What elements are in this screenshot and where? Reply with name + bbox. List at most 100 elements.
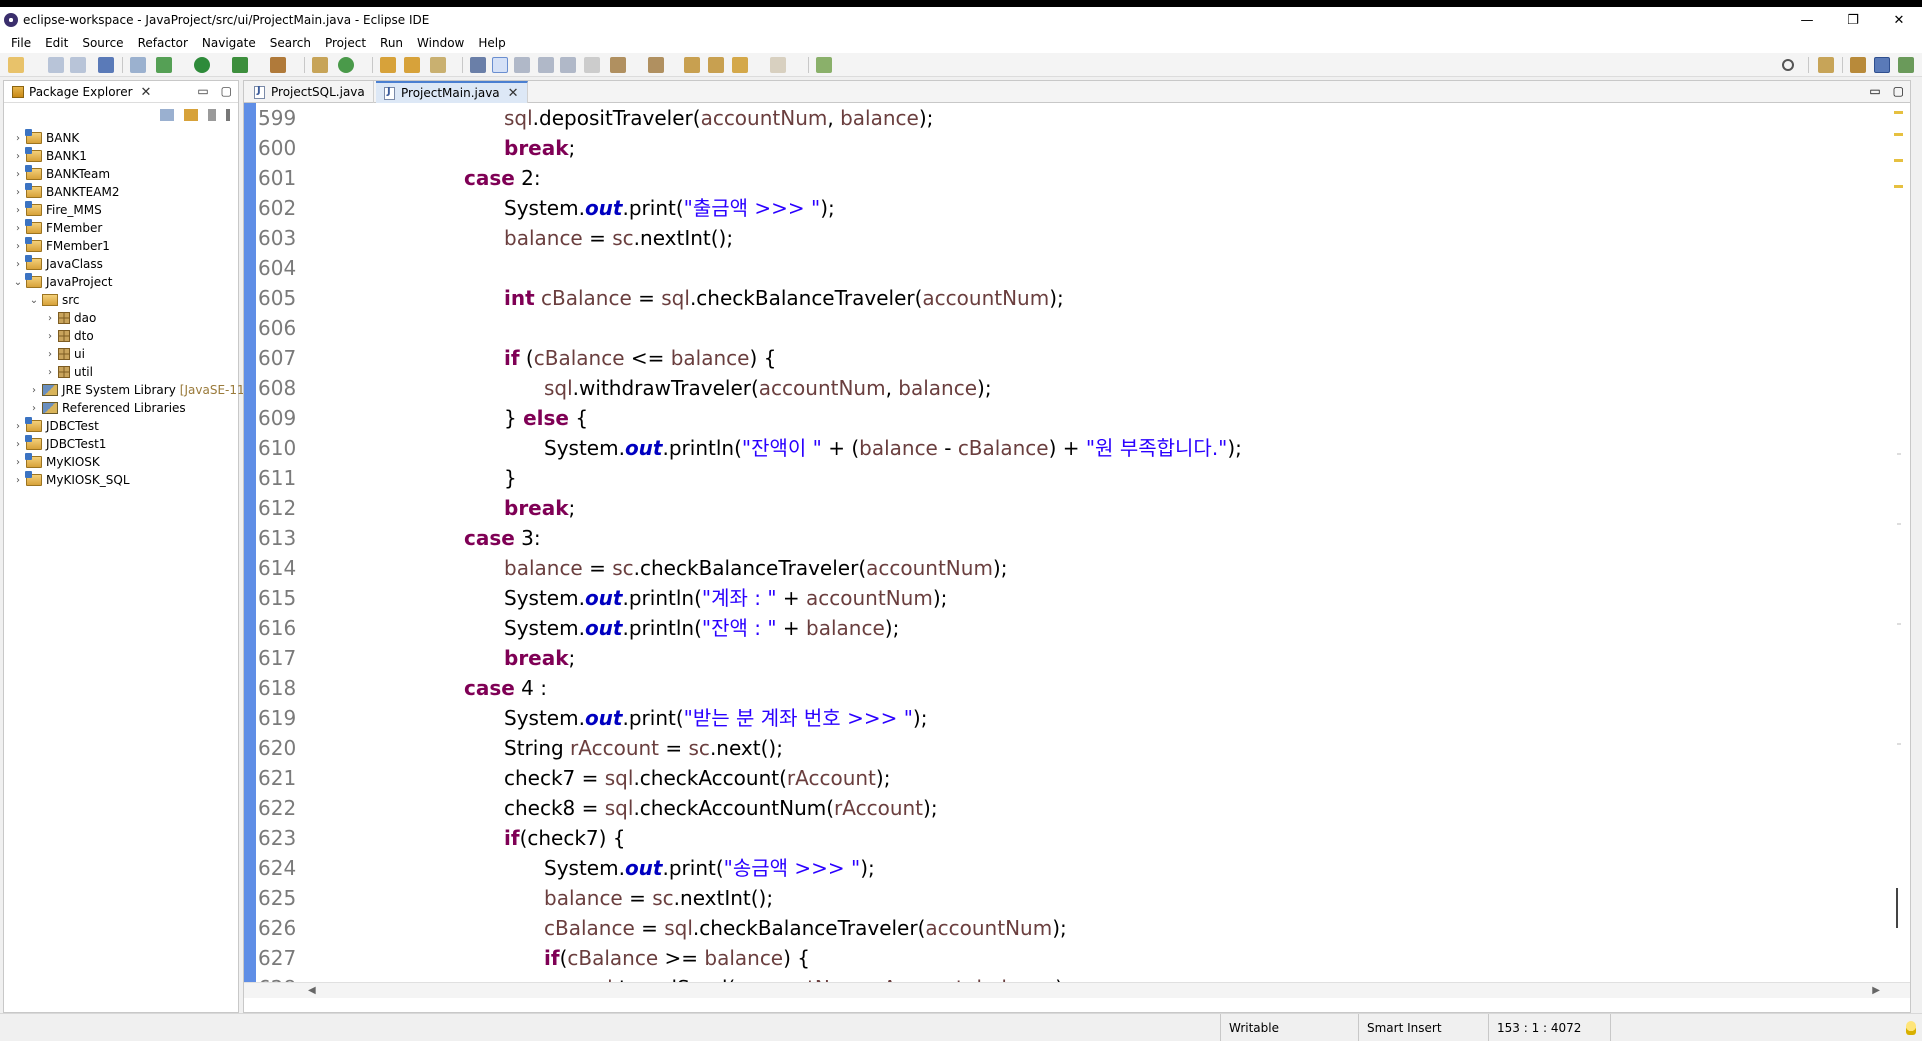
pin-editor-icon[interactable] bbox=[816, 57, 832, 73]
tab-projectmain-java[interactable]: ProjectMain.java ✕ bbox=[376, 81, 528, 103]
java-perspective-icon[interactable] bbox=[1874, 57, 1890, 73]
code-line[interactable]: System.out.println("잔액 : " + balance); bbox=[304, 613, 1882, 643]
tree-item-util[interactable]: › util bbox=[12, 363, 249, 381]
open-perspective-icon[interactable] bbox=[1818, 57, 1834, 73]
minimize-view-icon[interactable]: ▭ bbox=[1869, 84, 1880, 98]
scroll-right-icon[interactable]: ▶ bbox=[1872, 985, 1880, 996]
status-insert-mode[interactable]: Smart Insert bbox=[1358, 1014, 1488, 1041]
forward-arrow-icon[interactable] bbox=[770, 57, 786, 73]
coverage-icon[interactable] bbox=[232, 57, 248, 73]
debug-perspective-icon[interactable] bbox=[1898, 57, 1914, 73]
menu-window[interactable]: Window bbox=[410, 36, 471, 50]
tree-item-jre-library[interactable]: › JRE System Library [JavaSE-11] bbox=[12, 381, 249, 399]
chevron-right-icon[interactable]: › bbox=[44, 367, 56, 378]
menu-refactor[interactable]: Refactor bbox=[131, 36, 195, 50]
save-all-icon[interactable] bbox=[70, 57, 86, 73]
next-annotation-icon[interactable] bbox=[610, 57, 626, 73]
close-window-button[interactable]: ✕ bbox=[1876, 7, 1922, 33]
code-line[interactable]: int cBalance = sql.checkBalanceTraveler(… bbox=[304, 283, 1882, 313]
chevron-right-icon[interactable]: › bbox=[12, 151, 24, 162]
code-line[interactable]: System.out.print("출금액 >>> "); bbox=[304, 193, 1882, 223]
skip-breakpoints-icon[interactable] bbox=[130, 57, 146, 73]
chevron-down-icon[interactable]: ⌄ bbox=[12, 277, 24, 288]
code-line[interactable]: balance = sc.checkBalanceTraveler(accoun… bbox=[304, 553, 1882, 583]
filters-icon[interactable] bbox=[208, 109, 216, 121]
chevron-right-icon[interactable]: › bbox=[44, 331, 56, 342]
tree-item-dto[interactable]: › dto bbox=[12, 327, 249, 345]
scroll-left-icon[interactable]: ◀ bbox=[308, 985, 316, 996]
tree-item-javaclass[interactable]: › JavaClass bbox=[12, 255, 249, 273]
chevron-right-icon[interactable]: › bbox=[12, 457, 24, 468]
chevron-right-icon[interactable]: › bbox=[12, 259, 24, 270]
menu-edit[interactable]: Edit bbox=[38, 36, 75, 50]
link-with-editor-icon[interactable] bbox=[184, 109, 198, 121]
tree-item-fmember[interactable]: › FMember bbox=[12, 219, 249, 237]
java-ee-perspective-icon[interactable] bbox=[1850, 57, 1866, 73]
scroll-position-marker[interactable] bbox=[1896, 888, 1898, 928]
code-line[interactable] bbox=[304, 313, 1882, 343]
block-selection-icon[interactable] bbox=[538, 57, 554, 73]
tree-item-javaproject[interactable]: ⌄ JavaProject bbox=[12, 273, 249, 291]
code-line[interactable]: check8 = sql.checkAccountNum(rAccount); bbox=[304, 793, 1882, 823]
code-line[interactable]: if(check7) { bbox=[304, 823, 1882, 853]
maximize-view-icon[interactable]: ▢ bbox=[1893, 84, 1904, 98]
tree-item-ui[interactable]: › ui bbox=[12, 345, 249, 363]
code-line[interactable] bbox=[304, 253, 1882, 283]
code-line[interactable]: case 4 : bbox=[304, 673, 1882, 703]
chevron-right-icon[interactable]: › bbox=[12, 421, 24, 432]
open-type-icon[interactable] bbox=[380, 57, 396, 73]
minimize-view-icon[interactable]: ▭ bbox=[197, 84, 208, 98]
source-code[interactable]: sql.depositTraveler(accountNum, balance)… bbox=[304, 103, 1882, 998]
chevron-right-icon[interactable]: › bbox=[44, 313, 56, 324]
menu-project[interactable]: Project bbox=[318, 36, 373, 50]
chevron-right-icon[interactable]: › bbox=[12, 475, 24, 486]
tip-bulb-icon[interactable] bbox=[1906, 1021, 1916, 1035]
minimize-button[interactable]: — bbox=[1784, 7, 1830, 33]
run-icon[interactable] bbox=[194, 57, 210, 73]
code-line[interactable]: if(cBalance >= balance) { bbox=[304, 943, 1882, 973]
tab-projectsql-java[interactable]: ProjectSQL.java bbox=[246, 81, 374, 103]
show-formatting-icon[interactable] bbox=[584, 57, 600, 73]
show-whitespace-icon[interactable] bbox=[560, 57, 576, 73]
code-line[interactable]: break; bbox=[304, 133, 1882, 163]
menu-navigate[interactable]: Navigate bbox=[195, 36, 263, 50]
mark-occurrences-icon[interactable] bbox=[492, 57, 508, 73]
code-area[interactable]: 599 600 601 602 603 604 605 606 607 608 609 610 611 6… bbox=[244, 103, 1910, 998]
close-icon[interactable]: ✕ bbox=[508, 86, 519, 101]
menu-run[interactable]: Run bbox=[373, 36, 410, 50]
tree-item-referenced-libraries[interactable]: › Referenced Libraries bbox=[12, 399, 249, 417]
horizontal-scrollbar[interactable]: ◀ ▶ bbox=[244, 982, 1910, 998]
external-tools-icon[interactable] bbox=[270, 57, 286, 73]
chevron-right-icon[interactable]: › bbox=[12, 133, 24, 144]
new-java-package-icon[interactable] bbox=[312, 57, 328, 73]
back-arrow-icon[interactable] bbox=[732, 57, 748, 73]
close-icon[interactable]: ✕ bbox=[141, 85, 152, 100]
menu-search[interactable]: Search bbox=[263, 36, 318, 50]
package-explorer-tab[interactable]: Package Explorer ✕ bbox=[6, 81, 157, 103]
code-line[interactable]: String rAccount = sc.next(); bbox=[304, 733, 1882, 763]
code-line[interactable]: sql.withdrawTraveler(accountNum, balance… bbox=[304, 373, 1882, 403]
code-line[interactable]: System.out.print("송금액 >>> "); bbox=[304, 853, 1882, 883]
chevron-right-icon[interactable]: › bbox=[44, 349, 56, 360]
restore-button[interactable]: ❐ bbox=[1830, 7, 1876, 33]
open-task-icon[interactable] bbox=[404, 57, 420, 73]
code-line[interactable]: } else { bbox=[304, 403, 1882, 433]
code-line[interactable]: case 2: bbox=[304, 163, 1882, 193]
code-line[interactable]: if (cBalance <= balance) { bbox=[304, 343, 1882, 373]
tree-item-mykiosk[interactable]: › MyKIOSK bbox=[12, 453, 249, 471]
word-wrap-icon[interactable] bbox=[514, 57, 530, 73]
code-line[interactable]: System.out.println("잔액이 " + (balance - c… bbox=[304, 433, 1882, 463]
code-line[interactable]: case 3: bbox=[304, 523, 1882, 553]
tree-item-bank[interactable]: › BANK bbox=[12, 129, 249, 147]
warning-marker[interactable] bbox=[1894, 111, 1903, 114]
save-icon[interactable] bbox=[48, 57, 64, 73]
tree-item-fire-mms[interactable]: › Fire_MMS bbox=[12, 201, 249, 219]
code-line[interactable]: System.out.print("받는 분 계좌 번호 >>> "); bbox=[304, 703, 1882, 733]
code-line[interactable]: check7 = sql.checkAccount(rAccount); bbox=[304, 763, 1882, 793]
view-menu-icon[interactable] bbox=[226, 109, 230, 121]
code-line[interactable]: sql.depositTraveler(accountNum, balance)… bbox=[304, 103, 1882, 133]
warning-marker[interactable] bbox=[1894, 133, 1903, 136]
maximize-view-icon[interactable]: ▢ bbox=[221, 84, 232, 98]
tree-item-bank1[interactable]: › BANK1 bbox=[12, 147, 249, 165]
last-edit-location-icon[interactable] bbox=[684, 57, 700, 73]
